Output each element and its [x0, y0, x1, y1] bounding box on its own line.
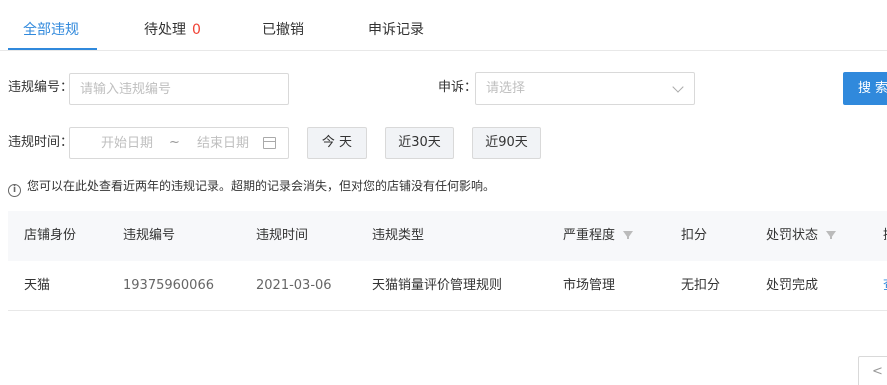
appeal-select-placeholder: 请选择: [486, 81, 526, 96]
cell-severity: 市场管理: [563, 278, 616, 293]
column-header-violation-no: 违规编号: [123, 228, 176, 243]
column-header-violation-time: 违规时间: [256, 228, 309, 243]
column-header-label: 严重程度: [563, 228, 616, 243]
cell-violation-time: 2021-03-06: [256, 278, 332, 293]
column-header-penalty-status: 处罚状态: [766, 227, 837, 245]
filter-icon[interactable]: [826, 231, 837, 239]
tab-label: 已撤销: [262, 22, 304, 38]
tab-appeal-records[interactable]: 申诉记录: [368, 20, 424, 40]
tab-label: 待处理: [144, 22, 186, 38]
range-separator: ~: [169, 135, 180, 150]
violation-no-label: 违规编号：: [8, 80, 74, 95]
column-header-label: 处罚状态: [766, 228, 819, 243]
tab-pending[interactable]: 待处理 0: [144, 20, 201, 40]
end-date-placeholder: 结束日期: [197, 136, 250, 151]
active-tab-indicator: [8, 48, 97, 50]
table-row: 天猫 19375960066 2021-03-06 天猫销量评价管理规则 市场管…: [8, 261, 887, 311]
column-header-deduction: 扣分: [681, 228, 708, 243]
cell-penalty-status: 处罚完成: [766, 278, 819, 293]
last-90-days-button[interactable]: 近90天: [472, 127, 541, 159]
tab-revoked[interactable]: 已撤销: [262, 20, 304, 40]
chevron-left-icon: <: [872, 364, 883, 379]
violation-no-placeholder: 请输入违规编号: [80, 82, 172, 97]
column-header-shop-identity: 店铺身份: [24, 228, 77, 243]
tab-label: 申诉记录: [368, 22, 424, 38]
column-header-actions: 操: [883, 227, 887, 245]
cell-violation-no: 19375960066: [123, 278, 214, 293]
tab-all-violations[interactable]: 全部违规: [23, 20, 79, 40]
view-details-link[interactable]: 查: [883, 277, 887, 295]
tab-bar: 全部违规 待处理 0 已撤销 申诉记录: [0, 0, 887, 51]
violation-no-input[interactable]: 请输入违规编号: [69, 73, 289, 105]
tab-label: 全部违规: [23, 22, 79, 38]
column-header-severity: 严重程度: [563, 227, 634, 245]
filter-icon[interactable]: [623, 231, 634, 239]
appeal-label: 申诉：: [438, 80, 478, 95]
start-date-placeholder: 开始日期: [101, 136, 154, 151]
chevron-down-icon: [672, 81, 684, 93]
column-header-violation-type: 违规类型: [372, 228, 425, 243]
pending-count-badge: 0: [192, 22, 201, 38]
date-range-picker[interactable]: 开始日期 ~ 结束日期: [69, 127, 289, 159]
cell-deduction: 无扣分: [681, 278, 721, 293]
search-button[interactable]: 搜索: [843, 72, 887, 105]
info-icon: i: [8, 184, 21, 197]
today-button[interactable]: 今 天: [307, 127, 367, 159]
pagination-prev-button[interactable]: <: [858, 356, 887, 385]
info-tip: i 您可以在此处查看近两年的违规记录。超期的记录会消失，但对您的店铺没有任何影响。: [8, 177, 495, 197]
info-tip-text: 您可以在此处查看近两年的违规记录。超期的记录会消失，但对您的店铺没有任何影响。: [27, 179, 496, 193]
appeal-select[interactable]: 请选择: [475, 72, 695, 105]
table-header: 店铺身份 违规编号 违规时间 违规类型 严重程度 扣分 处罚状态 操: [8, 211, 887, 261]
violation-time-label: 违规时间：: [8, 135, 74, 150]
last-30-days-button[interactable]: 近30天: [385, 127, 454, 159]
cell-violation-type: 天猫销量评价管理规则: [372, 278, 503, 293]
cell-shop-identity: 天猫: [24, 278, 51, 293]
calendar-icon: [263, 137, 276, 149]
